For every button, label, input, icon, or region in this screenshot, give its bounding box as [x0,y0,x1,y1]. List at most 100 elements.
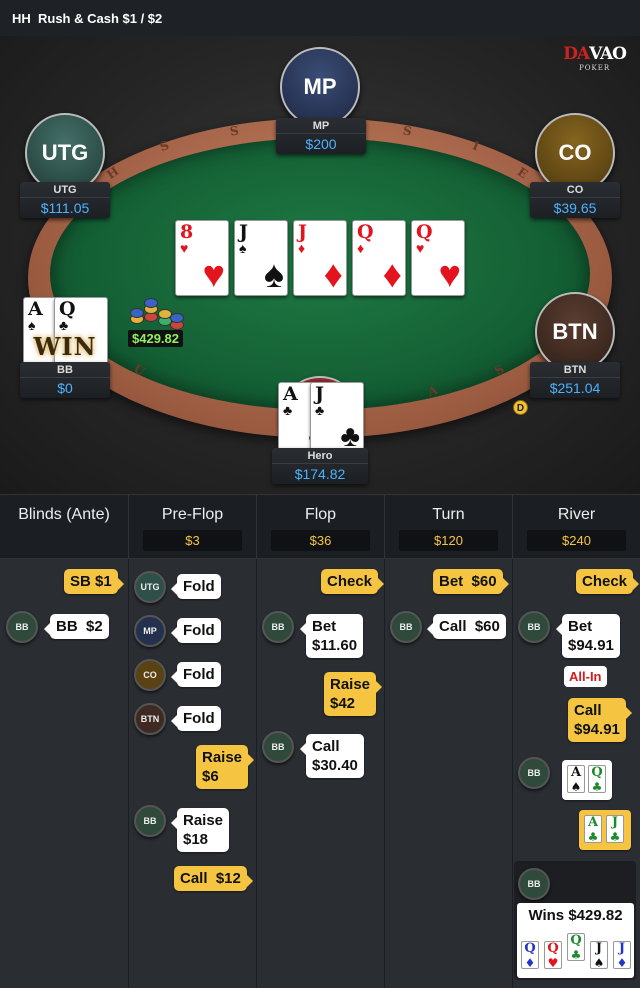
action-bb-bet: Bet $11.60 [299,614,364,658]
mini-suit: ♥ [547,956,559,970]
seat-hero-name: Hero [272,448,368,464]
seat-btn-avatar[interactable]: BTN [535,292,615,372]
mini-suit: ♣ [570,948,582,962]
street-pot: $240 [527,530,626,551]
mini-rank: A [587,815,599,830]
logo-text-b: VAO [589,44,627,64]
seat-mp-avatar[interactable]: MP [280,47,360,127]
seat-btn-label: BTN [552,319,598,344]
action-hero-raise: Raise $42 [324,672,383,716]
card-rank: Q [59,298,76,320]
avatar-bb: BB [6,611,38,643]
street-preflop-header[interactable]: Pre-Flop $3 [129,495,257,560]
card-suit: ♣ [283,402,293,418]
mini-rank: Q [547,941,559,956]
logo-sub: POKER [579,64,611,72]
action-sb: SB $1 [64,569,124,594]
seat-btn-name: BTN [530,362,620,378]
mini-suit: ♣ [609,830,621,844]
winner-box: Wins $429.82 Q ♦ Q ♥ Q ♣ J ♠ J ♦ [517,903,634,978]
action-hero-check: Check [576,569,640,594]
street-name: Pre-Flop [161,506,224,523]
seat-bb-stack: $0 [57,380,73,396]
action-btn-fold: Fold [171,706,221,731]
winner-panel: BB Wins $429.82 Q ♦ Q ♥ Q ♣ J ♠ J ♦ [514,861,636,980]
poker-table-area: S S H S I E U A S DAVAO POKER MP MP $200… [0,36,640,494]
win-badge: WIN [33,332,97,361]
card-suit-large: ♥ [438,254,461,296]
seat-co-label: CO [558,140,592,165]
hero-showdown-cards: A ♣ J ♣ [579,810,631,850]
street-river-header[interactable]: River $240 [513,495,640,560]
seat-hero-plate: Hero $174.82 [272,448,368,484]
hero-hole-card: J ♣ ♣ [310,382,364,458]
avatar-bb: BB [518,757,550,789]
card-suit-large: ♥ [202,254,225,296]
seat-co-name: CO [530,182,620,198]
winner-title: Wins $429.82 [528,907,623,924]
mini-rank: Q [591,765,603,780]
dealer-button: D [513,400,528,415]
card-rank: A [28,298,43,320]
card-suit: ♠ [239,240,247,256]
card-rank: Q [357,221,374,243]
card-suit-large: ♠ [263,254,284,296]
action-history: SB $1 BB BB $2 UTG Fold MP Fold CO Fold … [0,559,640,988]
street-name: Turn [432,506,465,523]
action-hero-raise: Raise $6 [196,745,255,789]
card-rank: Q [416,221,433,243]
action-utg-fold: Fold [171,574,221,599]
pot-amount: $429.82 [128,330,183,347]
board-card: 8 ♥ ♥ [175,220,229,296]
seat-mp-label: MP [303,74,337,99]
allin-badge: All-In [564,666,607,687]
seat-utg-stack: $111.05 [40,200,90,216]
mini-suit: ♣ [587,830,599,844]
seat-utg-avatar[interactable]: UTG [25,113,105,193]
card-suit: ♦ [298,240,306,256]
street-pot: $3 [143,530,242,551]
mini-suit: ♦ [616,956,628,970]
board-card: Q ♥ ♥ [411,220,465,296]
bb-showdown-cards: A ♠ Q ♣ [562,760,612,800]
seat-hero-stack: $174.82 [294,466,346,482]
action-hero-check: Check [321,569,385,594]
avatar-bb: BB [262,731,294,763]
board-card: J ♦ ♦ [293,220,347,296]
seat-mp-name: MP [276,118,366,134]
seat-btn-stack: $251.04 [549,380,601,396]
seat-mp-stack: $200 [305,136,337,152]
avatar-btn: BTN [134,703,166,735]
card-rank: J [298,221,307,243]
card-rank: J [239,221,248,243]
card-suit: ♣ [315,402,325,418]
hand-title: HH Rush & Cash $1 / $2 [12,10,163,26]
avatar-mp: MP [134,615,166,647]
seat-co-stack: $39.65 [553,200,597,216]
board-card: J ♠ ♠ [234,220,288,296]
street-blinds-header[interactable]: Blinds (Ante) [0,495,129,560]
card-suit: ♣ [59,317,69,333]
seat-co-avatar[interactable]: CO [535,113,615,193]
card-rank: J [315,383,324,405]
seat-bb-name: BB [20,362,110,378]
avatar-bb: BB [518,868,550,900]
action-mp-fold: Fold [171,618,221,643]
board-card: Q ♦ ♦ [352,220,406,296]
street-turn-header[interactable]: Turn $120 [385,495,513,560]
street-name: Flop [304,506,337,523]
mini-rank: Q [570,933,582,948]
street-name: River [557,506,596,523]
mini-rank: J [618,941,626,956]
mini-suit: ♣ [591,780,603,794]
card-suit-large: ♦ [323,254,343,296]
card-suit: ♥ [180,240,189,256]
card-suit: ♥ [416,240,425,256]
seat-co-plate: CO $39.65 [530,182,620,218]
avatar-bb: BB [518,611,550,643]
card-rank: 8 [180,221,194,243]
avatar-utg: UTG [134,571,166,603]
action-bb-raise: Raise $18 [170,808,230,852]
mini-rank: J [595,941,603,956]
street-flop-header[interactable]: Flop $36 [257,495,385,560]
